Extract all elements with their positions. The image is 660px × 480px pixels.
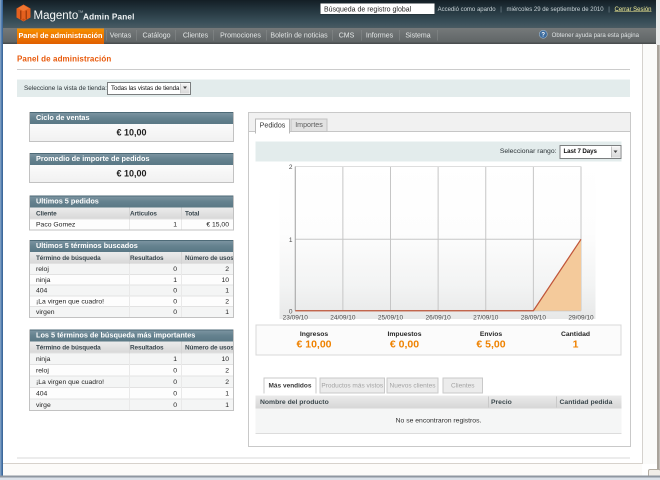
svg-text:25/09/10: 25/09/10 [378, 315, 404, 322]
svg-text:27/09/10: 27/09/10 [473, 315, 499, 322]
svg-text:?: ? [542, 32, 546, 38]
svg-text:26/09/10: 26/09/10 [425, 315, 451, 322]
svg-text:2: 2 [289, 164, 293, 171]
svg-text:29/09/10: 29/09/10 [568, 315, 594, 322]
svg-text:23/09/10: 23/09/10 [283, 315, 309, 322]
svg-text:1: 1 [289, 237, 293, 244]
svg-text:24/09/10: 24/09/10 [330, 315, 356, 322]
svg-text:28/09/10: 28/09/10 [521, 315, 547, 322]
